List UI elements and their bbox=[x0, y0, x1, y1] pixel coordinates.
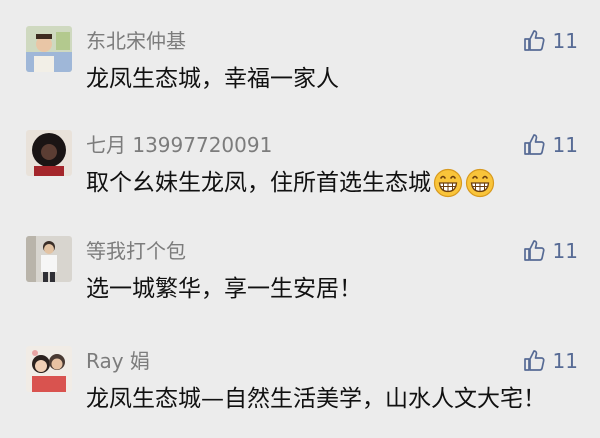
comment-text: 取个幺妹生龙凤，住所首选生态城 bbox=[86, 168, 495, 198]
like-count: 11 bbox=[552, 349, 578, 373]
comment-item: 七月 13997720091 11 取个幺妹生龙凤，住所首选生态城 bbox=[0, 130, 600, 230]
avatar[interactable] bbox=[26, 236, 72, 282]
nickname[interactable]: 七月 13997720091 bbox=[86, 132, 272, 158]
comment-text: 龙凤生态城—自然生活美学，山水人文大宅！ bbox=[86, 384, 546, 414]
nickname[interactable]: 东北宋仲基 bbox=[86, 28, 186, 54]
avatar[interactable] bbox=[26, 130, 72, 176]
thumbs-up-icon bbox=[523, 134, 545, 155]
comment-text-body: 龙凤生态城，幸福一家人 bbox=[86, 66, 339, 92]
nickname[interactable]: 等我打个包 bbox=[86, 238, 186, 264]
comment-text-body: 选一城繁华，享一生安居！ bbox=[86, 276, 362, 302]
comment-text-body: 龙凤生态城—自然生活美学，山水人文大宅！ bbox=[86, 386, 546, 412]
like-count: 11 bbox=[552, 29, 578, 53]
comment-item: 东北宋仲基 11 龙凤生态城，幸福一家人 bbox=[0, 26, 600, 126]
comment-item: Ray 娟 11 龙凤生态城—自然生活美学，山水人文大宅！ bbox=[0, 346, 600, 438]
like-button[interactable]: 11 bbox=[523, 238, 578, 264]
like-button[interactable]: 11 bbox=[523, 348, 578, 374]
comment-item: 等我打个包 11 选一城繁华，享一生安居！ bbox=[0, 236, 600, 336]
grinning-face-icon bbox=[433, 168, 463, 198]
comment-text: 选一城繁华，享一生安居！ bbox=[86, 274, 362, 304]
nickname[interactable]: Ray 娟 bbox=[86, 348, 150, 374]
like-button[interactable]: 11 bbox=[523, 132, 578, 158]
like-button[interactable]: 11 bbox=[523, 28, 578, 54]
like-count: 11 bbox=[552, 133, 578, 157]
comment-text-body: 取个幺妹生龙凤，住所首选生态城 bbox=[86, 170, 431, 196]
comments-list: 东北宋仲基 11 龙凤生态城，幸福一家人 七月 13997720091 11 取… bbox=[0, 0, 600, 438]
thumbs-up-icon bbox=[523, 350, 545, 371]
grinning-face-icon bbox=[465, 168, 495, 198]
thumbs-up-icon bbox=[523, 240, 545, 261]
like-count: 11 bbox=[552, 239, 578, 263]
avatar[interactable] bbox=[26, 346, 72, 392]
comment-text: 龙凤生态城，幸福一家人 bbox=[86, 64, 339, 94]
avatar[interactable] bbox=[26, 26, 72, 72]
thumbs-up-icon bbox=[523, 30, 545, 51]
